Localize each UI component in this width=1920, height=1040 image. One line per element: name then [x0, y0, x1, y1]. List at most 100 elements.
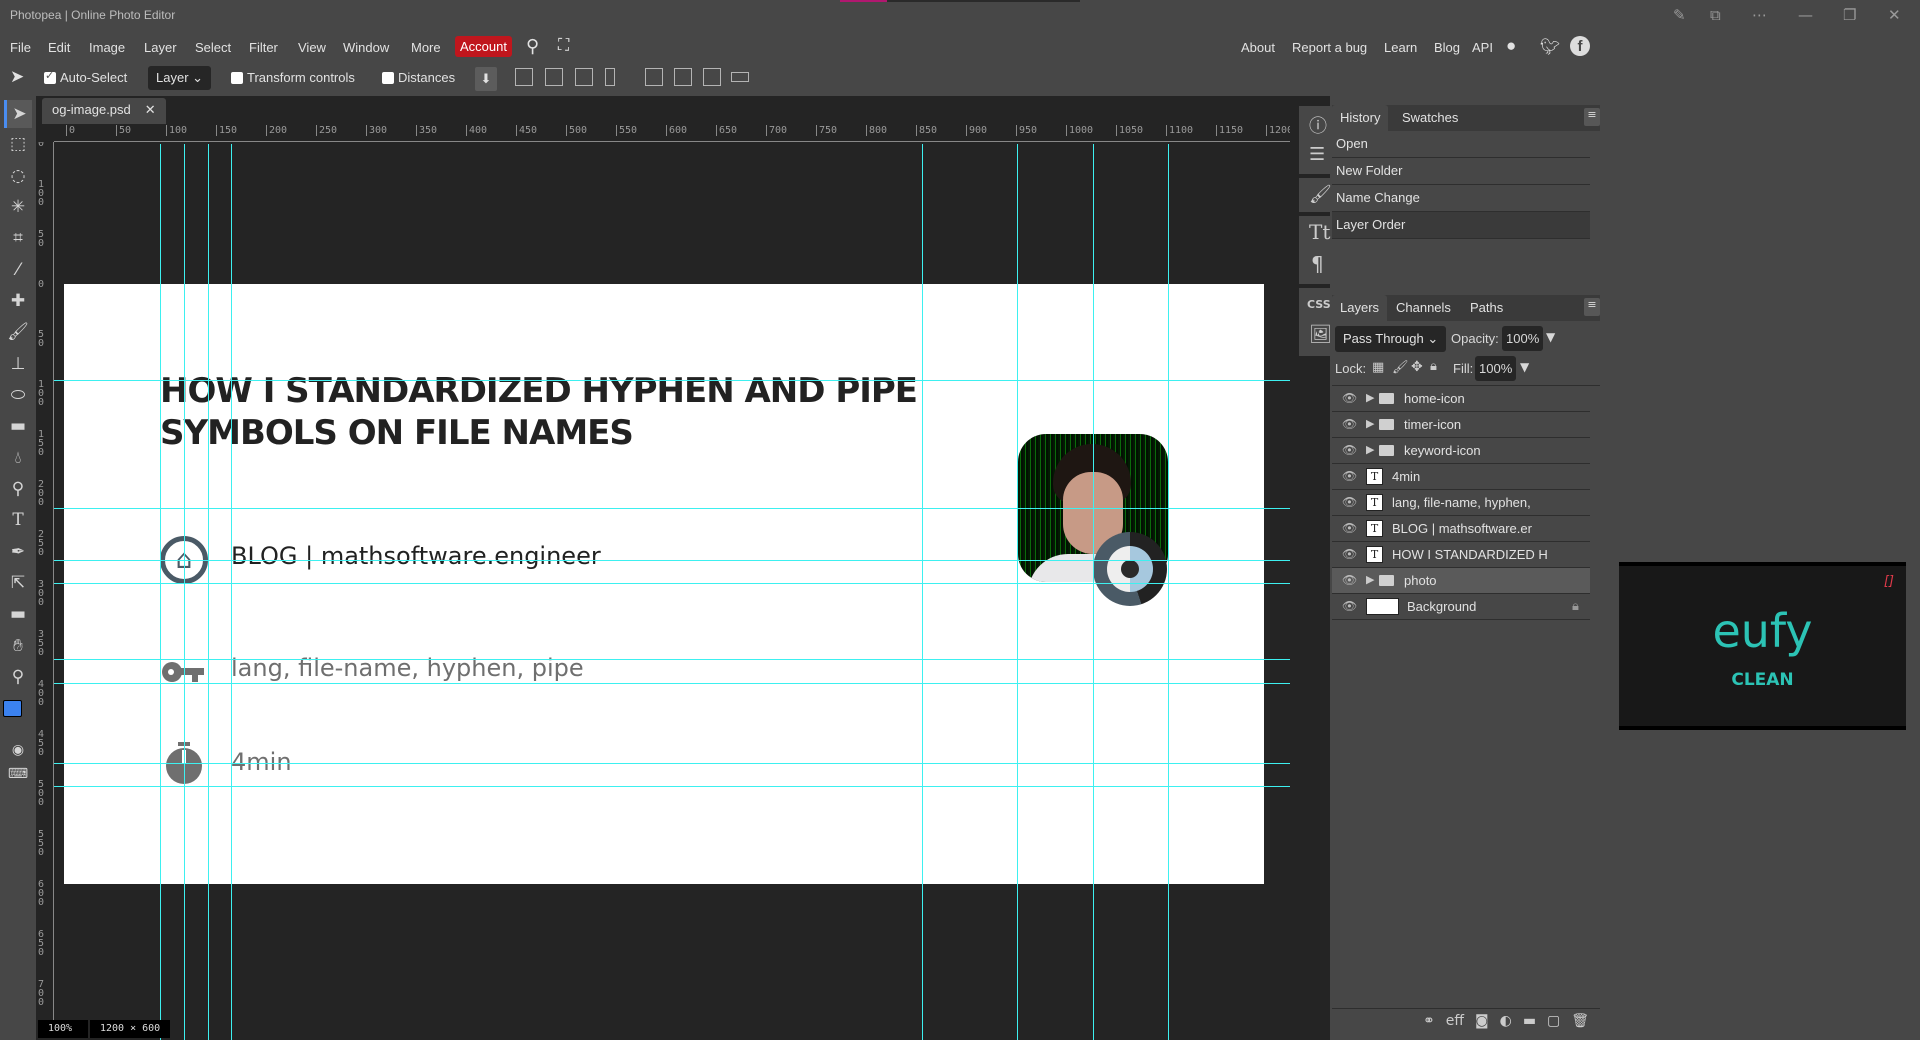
- adjustment-icon[interactable]: ◐: [1500, 1013, 1512, 1029]
- brush-tool[interactable]: 🖌︎: [4, 318, 32, 346]
- tab-channels[interactable]: Channels: [1388, 295, 1459, 321]
- layer-row[interactable]: 👁︎ T lang, file-name, hyphen,: [1332, 490, 1590, 516]
- history-item[interactable]: Open: [1332, 131, 1590, 158]
- lock-paint-icon[interactable]: 🖌︎: [1392, 360, 1409, 375]
- align-top-icon[interactable]: [645, 68, 663, 86]
- visibility-eye-icon[interactable]: 👁︎: [1342, 573, 1357, 587]
- fill-input[interactable]: 100%: [1475, 356, 1517, 381]
- layer-row[interactable]: 👁︎ ▶ keyword-icon: [1332, 438, 1590, 464]
- link-learn[interactable]: Learn: [1384, 40, 1417, 55]
- align-center-h-icon[interactable]: [545, 68, 563, 86]
- move-tool[interactable]: ➤: [4, 100, 32, 128]
- distribute-v-icon[interactable]: [731, 72, 749, 82]
- link-report-bug[interactable]: Report a bug: [1292, 40, 1367, 55]
- layer-row[interactable]: 👁︎ ▶ home-icon: [1332, 386, 1590, 412]
- guide-vertical[interactable]: [1168, 144, 1169, 1040]
- layer-row[interactable]: 👁︎ T BLOG | mathsoftware.er: [1332, 516, 1590, 542]
- reddit-icon[interactable]: ●: [1506, 36, 1516, 56]
- layers-menu-icon[interactable]: ≡: [1584, 298, 1600, 316]
- tab-history[interactable]: History: [1332, 105, 1389, 131]
- expand-arrow-icon[interactable]: ▶: [1366, 417, 1374, 430]
- blend-mode-select[interactable]: Pass Through ⌄: [1335, 326, 1447, 352]
- expand-arrow-icon[interactable]: ▶: [1366, 443, 1374, 456]
- horizontal-ruler[interactable]: 0 50 100 150 200 250 300 350 400 450 500 550 600 650 7…: [54, 124, 1290, 142]
- file-draw-icon[interactable]: ✎: [1673, 6, 1686, 24]
- link-api[interactable]: API: [1472, 40, 1493, 55]
- new-layer-icon[interactable]: ▢: [1547, 1013, 1560, 1029]
- twitter-icon[interactable]: 🐦︎: [1540, 37, 1560, 57]
- align-bottom-icon[interactable]: [703, 68, 721, 86]
- guide-horizontal[interactable]: [54, 683, 1290, 684]
- layer-row[interactable]: 👁︎ T HOW I STANDARDIZED H: [1332, 542, 1590, 568]
- target-select[interactable]: Layer ⌄: [148, 66, 212, 90]
- css-icon[interactable]: CSS: [1307, 298, 1331, 311]
- fullscreen-icon[interactable]: ⛶: [555, 35, 572, 57]
- transform-controls-check[interactable]: [231, 71, 243, 84]
- align-right-icon[interactable]: [575, 68, 593, 86]
- menu-select[interactable]: Select: [192, 38, 234, 57]
- shape-tool[interactable]: ▬: [4, 600, 32, 628]
- expand-arrow-icon[interactable]: ▶: [1366, 391, 1374, 404]
- menu-file[interactable]: File: [7, 38, 34, 57]
- adjustments-icon[interactable]: ☰: [1309, 144, 1325, 165]
- close-icon[interactable]: ✕: [1888, 6, 1901, 24]
- healing-tool[interactable]: ✚: [4, 287, 32, 315]
- visibility-eye-icon[interactable]: 👁︎: [1342, 443, 1357, 457]
- history-item[interactable]: Layer Order: [1332, 212, 1590, 239]
- account-button[interactable]: Account: [455, 36, 512, 57]
- menu-image[interactable]: Image: [86, 38, 128, 57]
- marquee-tool[interactable]: ⬚: [4, 130, 32, 158]
- history-item[interactable]: Name Change: [1332, 185, 1590, 212]
- menu-more[interactable]: More: [408, 38, 444, 57]
- guide-vertical[interactable]: [160, 144, 161, 1040]
- distances-check[interactable]: [382, 71, 394, 84]
- folder-icon[interactable]: ▬: [1523, 1013, 1536, 1029]
- advertisement[interactable]: [] eufy CLEAN: [1619, 562, 1906, 730]
- opacity-dropdown-icon[interactable]: ▼: [1546, 330, 1555, 344]
- guide-horizontal[interactable]: [54, 508, 1290, 509]
- guide-vertical[interactable]: [922, 144, 923, 1040]
- layer-row[interactable]: 👁︎ ▶ timer-icon: [1332, 412, 1590, 438]
- expand-arrow-icon[interactable]: ▶: [1366, 573, 1374, 586]
- guide-horizontal[interactable]: [54, 560, 1290, 561]
- menu-edit[interactable]: Edit: [45, 38, 73, 57]
- tab-layers[interactable]: Layers: [1332, 295, 1388, 321]
- history-menu-icon[interactable]: ≡: [1584, 108, 1600, 126]
- image-icon[interactable]: 🖼︎: [1309, 324, 1332, 345]
- minimize-icon[interactable]: —: [1798, 6, 1813, 24]
- blur-tool[interactable]: 💧︎: [4, 444, 32, 472]
- tab-swatches[interactable]: Swatches: [1394, 105, 1466, 131]
- facebook-icon[interactable]: f: [1570, 36, 1590, 56]
- guide-vertical[interactable]: [208, 144, 209, 1040]
- search-page-icon[interactable]: ⧉: [1710, 6, 1721, 24]
- dodge-tool[interactable]: ⚲: [4, 475, 32, 503]
- align-middle-v-icon[interactable]: [674, 68, 692, 86]
- guide-vertical[interactable]: [1093, 144, 1094, 1040]
- guide-vertical[interactable]: [184, 144, 185, 1040]
- distribute-h-icon[interactable]: [605, 68, 615, 86]
- tab-paths[interactable]: Paths: [1462, 295, 1511, 321]
- menu-filter[interactable]: Filter: [246, 38, 281, 57]
- magic-wand-tool[interactable]: ✳: [4, 193, 32, 221]
- guide-vertical[interactable]: [1017, 144, 1018, 1040]
- distances-checkbox[interactable]: Distances: [382, 70, 455, 85]
- close-tab-icon[interactable]: ✕: [145, 102, 156, 120]
- info-icon[interactable]: ⓘ: [1309, 112, 1327, 138]
- menu-window[interactable]: Window: [340, 38, 392, 57]
- hand-tool[interactable]: ✋︎: [4, 632, 32, 660]
- guide-horizontal[interactable]: [54, 786, 1290, 787]
- guide-horizontal[interactable]: [54, 659, 1290, 660]
- keyboard-icon[interactable]: ⌨: [4, 760, 32, 788]
- restore-icon[interactable]: ❐: [1843, 6, 1856, 24]
- layer-row[interactable]: 👁︎ T 4min: [1332, 464, 1590, 490]
- character-icon[interactable]: Tt: [1309, 220, 1330, 244]
- visibility-eye-icon[interactable]: 👁︎: [1342, 391, 1357, 405]
- lock-all-icon[interactable]: 🔒︎: [1430, 359, 1437, 374]
- paragraph-icon[interactable]: ¶: [1311, 252, 1324, 276]
- foreground-color-swatch[interactable]: [3, 700, 22, 717]
- vertical-ruler[interactable]: 5010050050100150200250300350400450500550…: [36, 142, 54, 1025]
- stamp-tool[interactable]: ⊥: [4, 350, 32, 378]
- eraser-tool[interactable]: ⬭: [4, 381, 32, 409]
- visibility-eye-icon[interactable]: 👁︎: [1342, 521, 1357, 535]
- crop-tool[interactable]: ⌗: [4, 224, 32, 252]
